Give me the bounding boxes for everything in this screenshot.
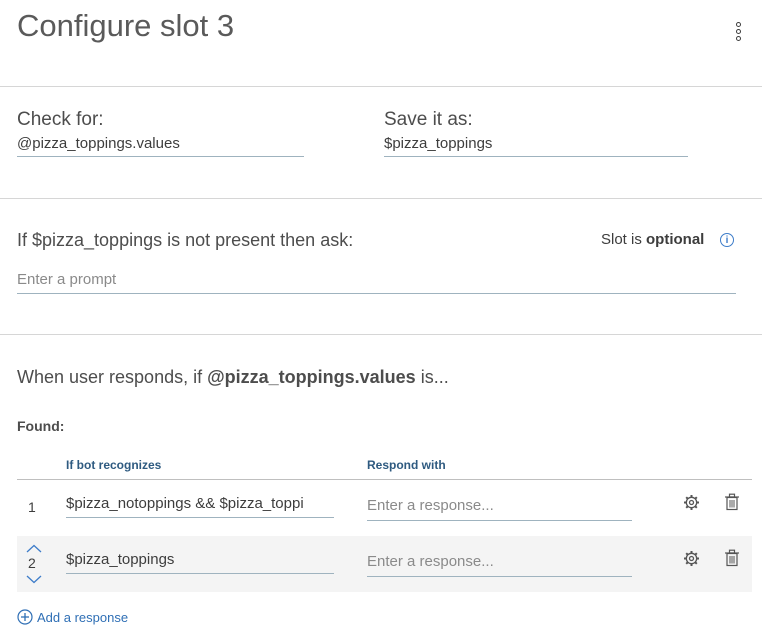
slot-optional-label: Slot is optional bbox=[601, 231, 704, 248]
section-divider bbox=[0, 198, 762, 199]
found-label: Found: bbox=[17, 418, 65, 434]
trash-icon[interactable] bbox=[724, 493, 740, 511]
header-divider bbox=[0, 86, 762, 87]
response-input[interactable]: Enter a response... bbox=[367, 497, 632, 521]
chevron-up-icon[interactable] bbox=[26, 544, 42, 553]
intro-entity: @pizza_toppings.values bbox=[207, 367, 416, 387]
save-as-label: Save it as: bbox=[384, 109, 473, 130]
responses-intro: When user responds, if @pizza_toppings.v… bbox=[17, 367, 449, 388]
add-response-label: Add a response bbox=[37, 610, 129, 625]
save-as-field[interactable]: $pizza_toppings bbox=[384, 135, 688, 157]
prompt-question: If $pizza_toppings is not present then a… bbox=[17, 230, 354, 250]
intro-prefix: When user responds, if bbox=[17, 367, 208, 387]
gear-icon[interactable] bbox=[683, 494, 700, 511]
info-icon[interactable]: i bbox=[720, 233, 734, 247]
column-header-recognizes: If bot recognizes bbox=[66, 458, 162, 472]
row-number: 1 bbox=[28, 499, 36, 515]
check-for-field[interactable]: @pizza_toppings.values bbox=[17, 135, 304, 157]
row-number: 2 bbox=[28, 555, 36, 571]
column-header-respond: Respond with bbox=[367, 458, 446, 472]
chevron-down-icon[interactable] bbox=[26, 575, 42, 584]
check-for-label: Check for: bbox=[17, 109, 104, 130]
overflow-menu-icon[interactable] bbox=[731, 22, 745, 46]
page-title: Configure slot 3 bbox=[17, 8, 235, 43]
response-input[interactable]: Enter a response... bbox=[367, 553, 632, 577]
slot-optional-prefix: Slot is bbox=[601, 231, 647, 248]
prompt-input[interactable]: Enter a prompt bbox=[17, 271, 736, 294]
trash-icon[interactable] bbox=[724, 549, 740, 567]
add-circle-icon bbox=[17, 609, 33, 625]
condition-input[interactable]: $pizza_notoppings && $pizza_toppi bbox=[66, 495, 334, 518]
slot-optional-word: optional bbox=[646, 231, 705, 248]
condition-input[interactable]: $pizza_toppings bbox=[66, 551, 334, 574]
intro-suffix: is... bbox=[415, 367, 449, 387]
section-divider bbox=[0, 334, 762, 335]
gear-icon[interactable] bbox=[683, 550, 700, 567]
